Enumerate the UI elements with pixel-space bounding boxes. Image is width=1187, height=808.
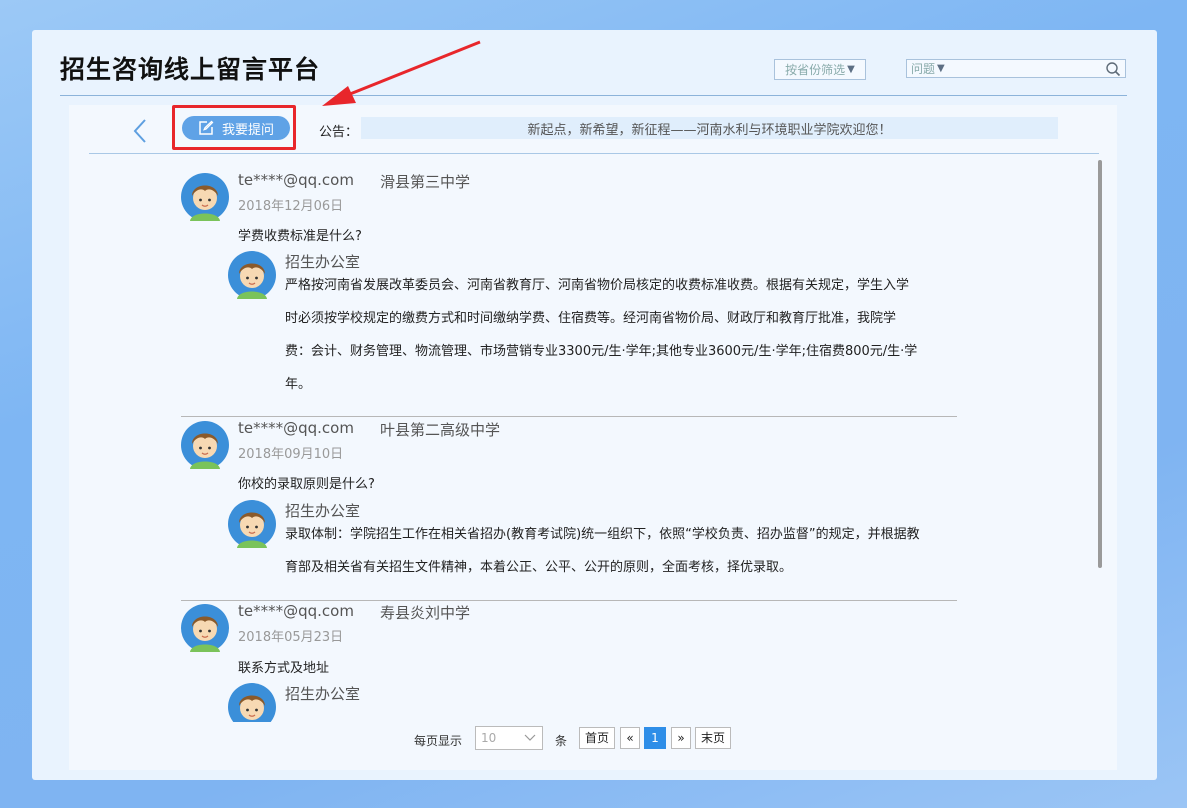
province-filter-select[interactable]: 按省份筛选 ▼ [774,59,866,80]
user-email: te****@qq.com [238,602,354,620]
post-date: 2018年12月06日 [238,199,344,214]
reply-text: 录取体制：学院招生工作在相关省招办(教育考试院)统一组织下，依照“学校负责、招办… [285,527,920,575]
message-item: te****@qq.com 叶县第二高级中学 2018年09月10日 你校的录取… [181,419,957,601]
question-text: 你校的录取原则是什么? [238,477,375,492]
avatar [181,604,229,652]
panel-divider [89,153,1099,154]
pagination: 每页显示 10 条 首页 « 1 » 末页 [69,723,1117,753]
user-school: 滑县第三中学 [380,173,471,191]
question-text: 学费收费标准是什么? [238,229,362,244]
page-1-button[interactable]: 1 [644,727,666,749]
question-text: 联系方式及地址 [238,661,330,676]
title-divider [60,95,1127,96]
first-page-button[interactable]: 首页 [579,727,615,749]
next-page-button[interactable]: » [671,727,691,749]
chevron-down-icon [524,734,536,741]
item-divider [181,416,957,417]
notice-label: 公告： [319,125,359,140]
scrollbar[interactable] [1098,160,1102,568]
back-arrow-icon[interactable] [131,117,151,145]
message-panel: 我要提问 公告： 新起点，新希望，新征程——河南水利与环境职业学院欢迎您！ te [69,105,1117,770]
user-school: 叶县第二高级中学 [380,421,501,439]
user-email: te****@qq.com [238,171,354,189]
post-date: 2018年09月10日 [238,447,344,462]
post-date: 2018年05月23日 [238,630,344,645]
avatar [228,683,276,722]
prev-page-button[interactable]: « [620,727,640,749]
message-item: te****@qq.com 寿县炎刘中学 2018年05月23日 联系方式及地址… [181,602,957,722]
dropdown-triangle-icon[interactable]: ▼ [937,63,945,74]
avatar [228,251,276,299]
last-page-button[interactable]: 末页 [695,727,731,749]
avatar [181,421,229,469]
message-item: te****@qq.com 滑县第三中学 2018年12月06日 学费收费标准是… [181,171,957,421]
per-page-label: 每页显示 [414,734,463,748]
per-page-value: 10 [481,731,497,745]
search-category[interactable]: 问题 [911,60,935,77]
reply-author: 招生办公室 [285,685,361,703]
per-page-unit: 条 [555,734,568,748]
search-input[interactable]: 问题 ▼ [906,59,1126,78]
annotation-highlight-box [172,105,296,150]
app-title: 招生咨询线上留言平台 [60,55,321,84]
reply-text: 严格按河南省发展改革委员会、河南省教育厅、河南省物价局核定的收费标准收费。根据有… [285,278,918,392]
item-divider [181,600,957,601]
notice-text: 新起点，新希望，新征程——河南水利与环境职业学院欢迎您！ [527,122,892,138]
avatar [181,173,229,221]
dropdown-triangle-icon: ▼ [847,64,855,75]
province-filter-label: 按省份筛选 [785,63,846,77]
search-icon[interactable] [1105,61,1121,77]
message-list: te****@qq.com 滑县第三中学 2018年12月06日 学费收费标准是… [181,171,981,722]
per-page-select[interactable]: 10 [475,726,543,750]
notice-bar: 新起点，新希望，新征程——河南水利与环境职业学院欢迎您！ [361,117,1058,139]
app-window: 招生咨询线上留言平台 按省份筛选 ▼ 问题 ▼ 我要提问 公告： 新起点，新希望… [32,30,1157,780]
user-school: 寿县炎刘中学 [380,604,471,622]
avatar [228,500,276,548]
user-email: te****@qq.com [238,419,354,437]
